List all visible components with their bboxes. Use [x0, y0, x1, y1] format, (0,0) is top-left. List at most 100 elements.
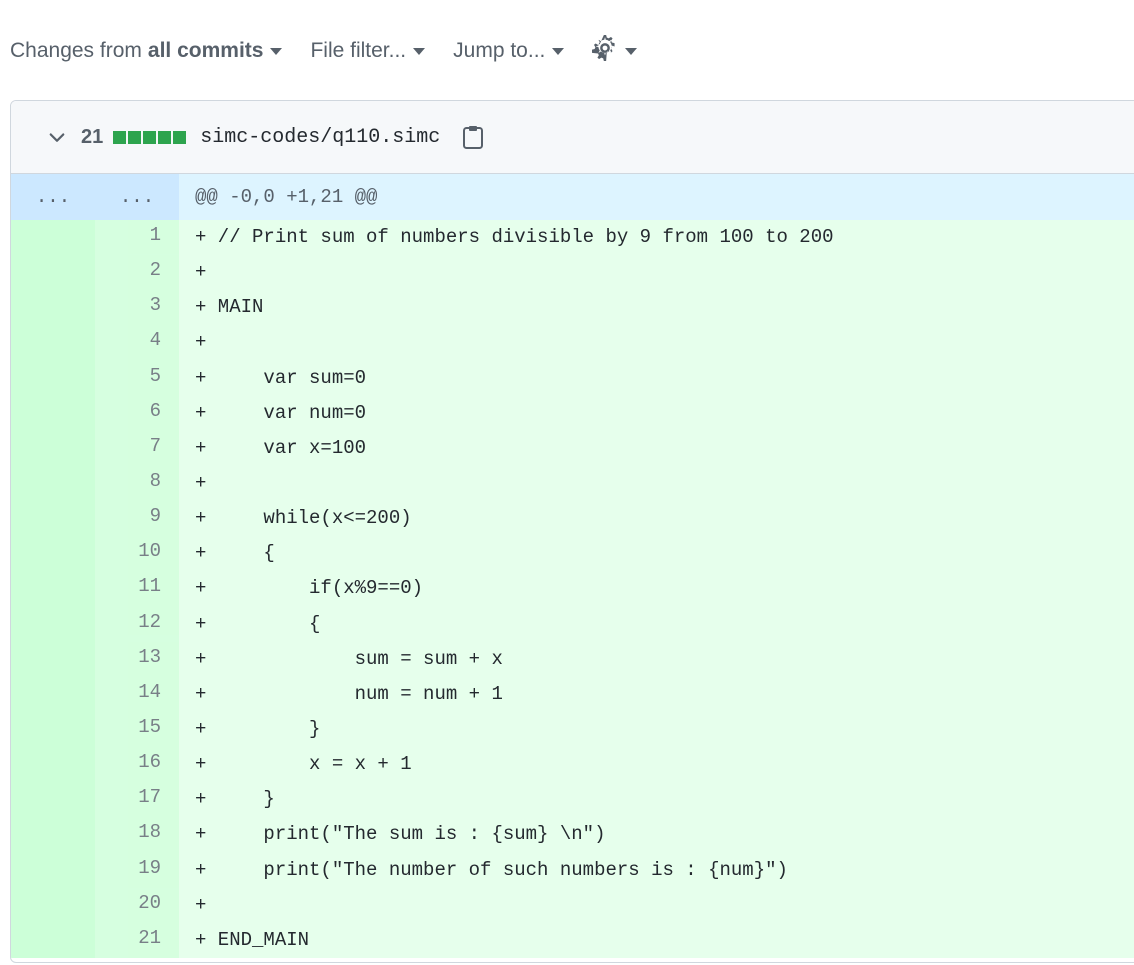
code-line: + num = num + 1 [179, 676, 1134, 712]
diff-line-row: 1 + // Print sum of numbers divisible by … [11, 220, 1134, 256]
diffstat-block [128, 130, 142, 144]
old-line-number[interactable] [11, 922, 95, 958]
old-line-number[interactable] [11, 782, 95, 818]
clipboard-icon[interactable] [462, 125, 484, 149]
diff-line-row: 13 + sum = sum + x [11, 641, 1134, 677]
old-line-number[interactable] [11, 465, 95, 502]
new-line-number[interactable]: 18 [95, 817, 179, 853]
diff-line-row: 7 + var x=100 [11, 430, 1134, 466]
diff-line-row: 15 + } [11, 711, 1134, 748]
new-line-number[interactable]: 21 [95, 922, 179, 958]
new-line-number[interactable]: 14 [95, 676, 179, 712]
code-line: + } [179, 711, 1134, 748]
commits-range-value: all commits [147, 39, 264, 62]
diffstat-block [143, 130, 157, 144]
code-line: + [179, 325, 1134, 361]
diff-line-row: 21 + END_MAIN [11, 922, 1134, 958]
jump-to-dropdown[interactable]: Jump to... [453, 39, 565, 63]
diffstat-bar [113, 130, 188, 144]
new-line-number[interactable]: 9 [95, 501, 179, 537]
diff-line-row: 12 + { [11, 606, 1134, 642]
diff-line-row: 20 + [11, 887, 1134, 923]
new-line-number[interactable]: 12 [95, 606, 179, 642]
diff-line-row: 18 + print("The sum is : {sum} \n") [11, 817, 1134, 853]
code-line: + var sum=0 [179, 360, 1134, 396]
diff-line-row: 2 + [11, 255, 1134, 291]
diffstat-block [173, 130, 187, 144]
caret-down-icon [413, 47, 426, 55]
caret-down-icon [270, 47, 283, 55]
diff-line-row: 10 + { [11, 536, 1134, 572]
old-line-number[interactable] [11, 817, 95, 853]
old-line-number[interactable] [11, 430, 95, 466]
code-line: + END_MAIN [179, 922, 1134, 958]
code-line: + var x=100 [179, 430, 1134, 466]
expand-up-old[interactable]: ... [11, 174, 95, 220]
diff-line-row: 11 + if(x%9==0) [11, 571, 1134, 607]
diff-line-row: 16 + x = x + 1 [11, 747, 1134, 783]
new-line-number[interactable]: 2 [95, 255, 179, 291]
old-line-number[interactable] [11, 501, 95, 537]
code-line: + var num=0 [179, 395, 1134, 431]
code-line: + [179, 465, 1134, 502]
old-line-number[interactable] [11, 325, 95, 361]
old-line-number[interactable] [11, 641, 95, 677]
commits-range-dropdown[interactable]: Changes from all commits [10, 39, 283, 63]
new-line-number[interactable]: 5 [95, 360, 179, 396]
new-line-number[interactable]: 8 [95, 465, 179, 502]
new-line-number[interactable]: 3 [95, 290, 179, 326]
file-filter-label: File filter... [310, 39, 407, 62]
expand-up-new[interactable]: ... [95, 174, 179, 220]
caret-down-icon [625, 47, 638, 55]
old-line-number[interactable] [11, 220, 95, 256]
new-line-number[interactable]: 17 [95, 782, 179, 818]
code-line: + [179, 255, 1134, 291]
diff-line-row: 9 + while(x<=200) [11, 501, 1134, 537]
diffstat-block [113, 130, 127, 144]
new-line-number[interactable]: 10 [95, 536, 179, 572]
diff-settings-dropdown[interactable] [592, 35, 638, 67]
new-line-number[interactable]: 11 [95, 571, 179, 607]
additions-count: 21 [81, 125, 104, 148]
diff-line-row: 6 + var num=0 [11, 395, 1134, 431]
old-line-number[interactable] [11, 255, 95, 291]
code-line: + } [179, 782, 1134, 818]
commits-range-prefix: Changes from [10, 39, 142, 62]
new-line-number[interactable]: 20 [95, 887, 179, 923]
old-line-number[interactable] [11, 395, 95, 431]
old-line-number[interactable] [11, 887, 95, 923]
diff-line-row: 4 + [11, 325, 1134, 361]
new-line-number[interactable]: 19 [95, 852, 179, 888]
new-line-number[interactable]: 1 [95, 220, 179, 256]
old-line-number[interactable] [11, 676, 95, 712]
new-line-number[interactable]: 13 [95, 641, 179, 677]
diff-line-row: 14 + num = num + 1 [11, 676, 1134, 712]
old-line-number[interactable] [11, 571, 95, 607]
diffstat-block [158, 130, 172, 144]
file-header: 21 simc-codes/q110.simc [11, 101, 1134, 174]
diff-line-row: 5 + var sum=0 [11, 360, 1134, 396]
old-line-number[interactable] [11, 290, 95, 326]
old-line-number[interactable] [11, 852, 95, 888]
diff-line-row: 17 + } [11, 782, 1134, 818]
file-name-link[interactable]: simc-codes/q110.simc [200, 126, 440, 149]
diff-file: 21 simc-codes/q110.simc ... ... @@ -0,0 … [10, 100, 1134, 963]
old-line-number[interactable] [11, 747, 95, 783]
code-line: + { [179, 606, 1134, 642]
file-filter-dropdown[interactable]: File filter... [310, 39, 426, 63]
old-line-number[interactable] [11, 606, 95, 642]
new-line-number[interactable]: 4 [95, 325, 179, 361]
new-line-number[interactable]: 6 [95, 395, 179, 431]
chevron-down-icon[interactable] [47, 127, 67, 147]
old-line-number[interactable] [11, 536, 95, 572]
code-line: + [179, 887, 1134, 923]
new-line-number[interactable]: 16 [95, 747, 179, 783]
new-line-number[interactable]: 15 [95, 711, 179, 748]
diff-line-row: 3 + MAIN [11, 290, 1134, 326]
diff-toolbar: Changes from all commits File filter... … [10, 33, 665, 69]
new-line-number[interactable]: 7 [95, 430, 179, 466]
code-line: + x = x + 1 [179, 747, 1134, 783]
old-line-number[interactable] [11, 360, 95, 396]
old-line-number[interactable] [11, 711, 95, 748]
code-line: + print("The number of such numbers is :… [179, 852, 1134, 888]
